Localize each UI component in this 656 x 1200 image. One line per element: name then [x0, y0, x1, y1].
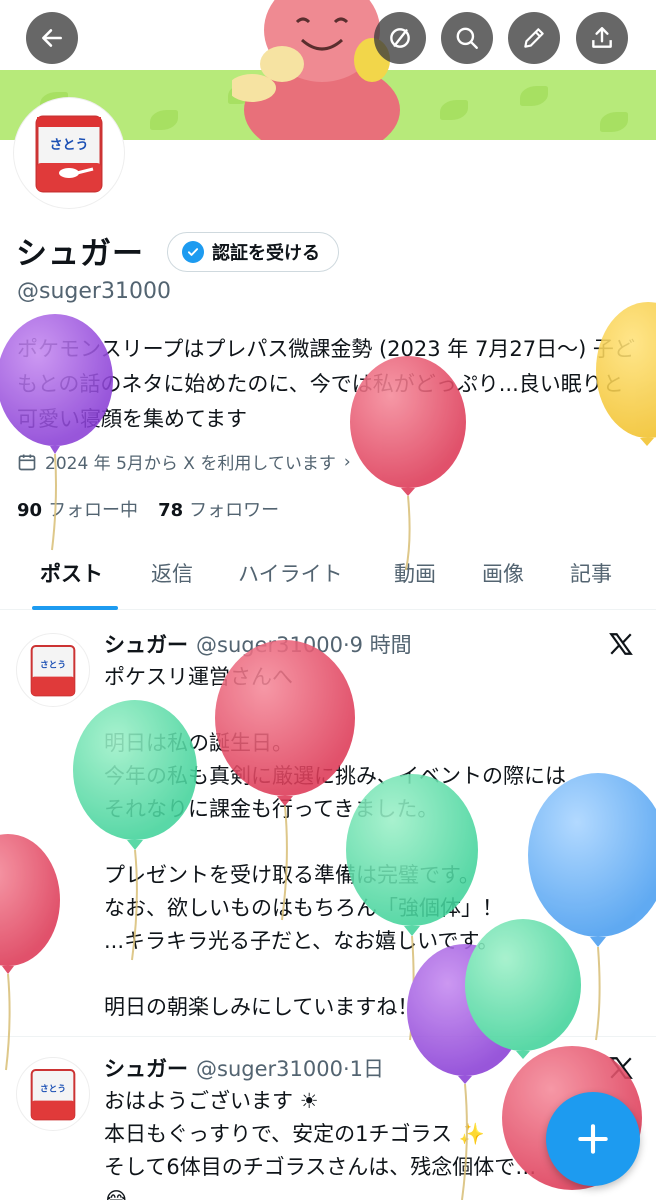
profile-tabs: ポスト 返信 ハイライト 動画 画像 記事 — [0, 540, 656, 610]
edit-button[interactable] — [508, 12, 560, 64]
sugar-bag-logo: さとう — [30, 1069, 76, 1121]
post-author-handle: @suger31000 — [196, 1057, 343, 1081]
verified-check-icon — [182, 241, 204, 263]
join-date[interactable]: 2024 年 5月から X を利用しています › — [17, 449, 351, 474]
post-avatar[interactable]: さとう — [16, 1057, 90, 1131]
profile-handle: @suger31000 — [17, 279, 171, 304]
post-time: ·9 時間 — [342, 633, 412, 657]
mute-button[interactable] — [374, 12, 426, 64]
sugar-bag-logo: さとう — [30, 645, 76, 697]
tab-articles[interactable]: 記事 — [570, 558, 612, 588]
sugar-bag-logo: さとう — [35, 115, 103, 193]
chevron-right-icon: › — [343, 451, 351, 472]
svg-text:さとう: さとう — [40, 659, 66, 670]
x-logo-icon[interactable] — [608, 1055, 634, 1081]
get-verified-label: 認証を受ける — [212, 243, 320, 264]
calendar-icon — [18, 454, 36, 470]
tab-highlights[interactable]: ハイライト — [238, 558, 343, 588]
post-item[interactable]: さとう シュガー @suger31000·9 時間 ポケスリ運営さんへ 明日は私の… — [0, 611, 656, 1037]
search-button[interactable] — [441, 12, 493, 64]
following-count: 90 — [17, 500, 43, 521]
search-icon — [456, 27, 478, 49]
tab-posts[interactable]: ポスト — [40, 558, 103, 588]
following-label: フォロー中 — [48, 500, 139, 521]
get-verified-button[interactable]: 認証を受ける — [167, 232, 339, 272]
pencil-icon — [524, 28, 544, 48]
post-header: シュガー @suger31000·9 時間 — [104, 629, 412, 659]
compose-post-button[interactable] — [546, 1092, 640, 1186]
profile-avatar[interactable]: さとう — [14, 98, 124, 208]
followers-label: フォロワー — [189, 500, 280, 521]
active-tab-indicator — [32, 606, 118, 610]
svg-text:さとう: さとう — [49, 138, 88, 153]
following-link[interactable]: 90 フォロー中 — [17, 496, 138, 522]
tab-videos[interactable]: 動画 — [394, 558, 436, 588]
post-text: ポケスリ運営さんへ 明日は私の誕生日。 今年の私も真剣に厳選に挑み、イベントの際… — [104, 665, 566, 1019]
followers-count: 78 — [158, 500, 184, 521]
tab-replies[interactable]: 返信 — [151, 558, 193, 588]
back-button[interactable] — [26, 12, 78, 64]
x-logo-icon[interactable] — [608, 631, 634, 657]
follow-stats: 90 フォロー中 78 フォロワー — [17, 496, 279, 522]
post-header: シュガー @suger31000·1日 — [104, 1053, 384, 1083]
followers-link[interactable]: 78 フォロワー — [158, 496, 279, 522]
share-button[interactable] — [576, 12, 628, 64]
post-avatar[interactable]: さとう — [16, 633, 90, 707]
post-time: ·1日 — [342, 1057, 384, 1081]
profile-bio: ポケモンスリープはプレパス微課金勢 (2023 年 7月27日〜) 子どもとの話… — [17, 337, 635, 431]
circle-slash-icon — [390, 28, 410, 48]
post-author-name[interactable]: シュガー — [104, 1057, 188, 1081]
arrow-left-icon — [42, 29, 62, 47]
svg-text:さとう: さとう — [40, 1083, 66, 1094]
post-author-name[interactable]: シュガー — [104, 633, 188, 657]
plus-icon — [578, 1124, 608, 1154]
tab-photos[interactable]: 画像 — [482, 558, 524, 588]
join-date-text: 2024 年 5月から X を利用しています — [45, 454, 336, 474]
post-author-handle: @suger31000 — [196, 633, 343, 657]
share-icon — [592, 27, 612, 48]
profile-name: シュガー — [16, 236, 144, 272]
